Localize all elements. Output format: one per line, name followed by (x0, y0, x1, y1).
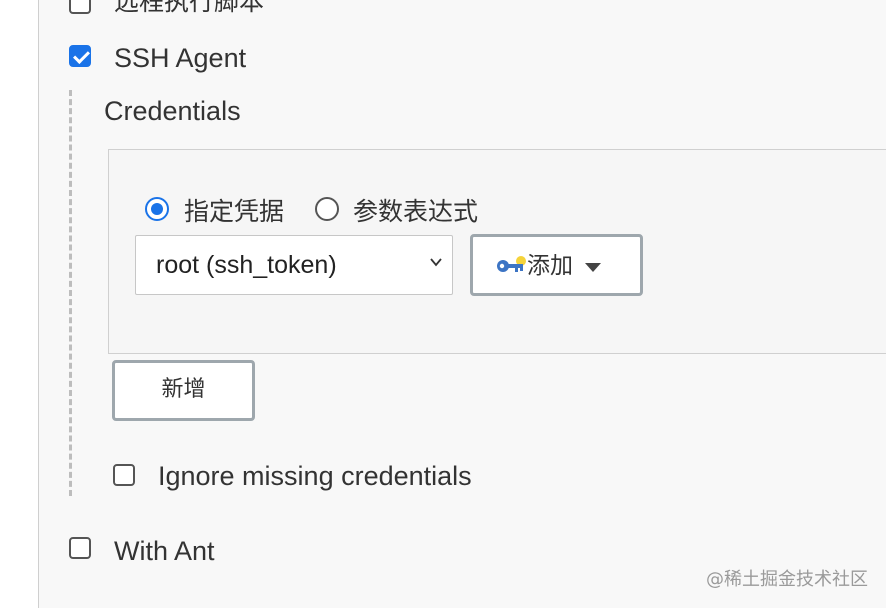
key-icon (497, 256, 526, 272)
credentials-title: Credentials (104, 96, 241, 126)
radio-parameter-expression[interactable] (315, 197, 339, 221)
add-credential-label: 添加 (527, 253, 573, 279)
caret-down-icon (585, 263, 601, 272)
credential-select-value: root (ssh_token) (156, 251, 337, 279)
add-credential-button[interactable]: 添加 (470, 234, 643, 296)
remote-script-label: 远程执行脚本 (114, 0, 265, 16)
radio-specified-credential[interactable] (145, 197, 169, 221)
ignore-missing-credentials-checkbox[interactable] (113, 464, 135, 486)
radio-specified-credential-label: 指定凭据 (184, 197, 285, 226)
with-ant-checkbox[interactable] (69, 537, 91, 559)
new-button[interactable]: 新增 (112, 360, 255, 421)
credential-select[interactable]: root (ssh_token) (135, 235, 453, 295)
ssh-agent-checkbox[interactable] (69, 45, 91, 67)
new-button-label: 新增 (161, 377, 206, 402)
nested-section-indicator (69, 90, 72, 496)
watermark: @稀土掘金技术社区 (706, 569, 868, 590)
ssh-agent-label: SSH Agent (114, 43, 247, 73)
ignore-missing-credentials-label: Ignore missing credentials (158, 461, 472, 491)
radio-parameter-expression-label: 参数表达式 (353, 197, 479, 226)
with-ant-label: With Ant (114, 536, 215, 566)
remote-script-checkbox[interactable] (69, 0, 91, 14)
chevron-down-icon (430, 258, 442, 267)
left-gutter (0, 0, 39, 608)
